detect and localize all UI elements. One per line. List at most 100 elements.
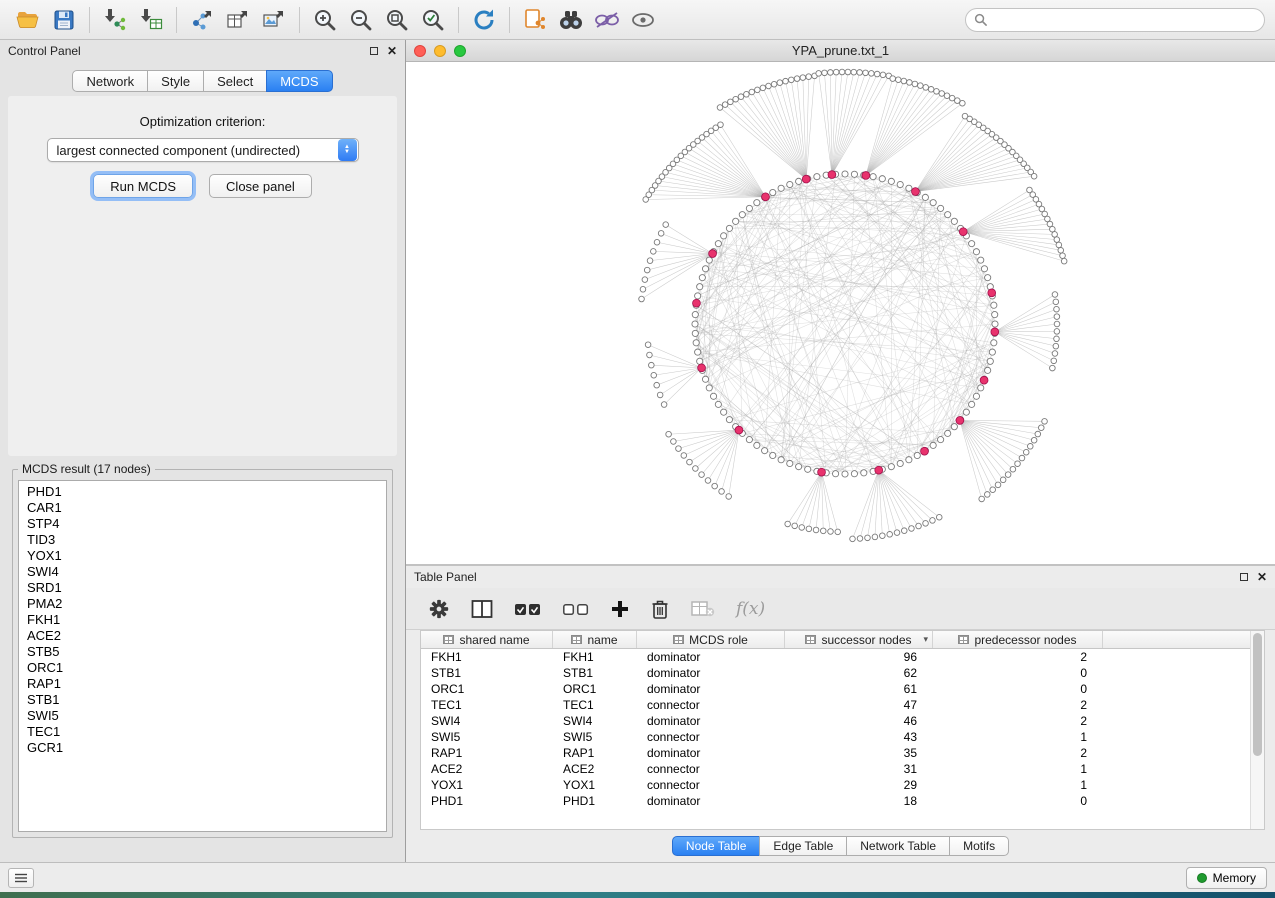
column-type-icon	[805, 635, 816, 644]
save-session-icon[interactable]	[46, 4, 82, 36]
search-input[interactable]	[993, 13, 1256, 27]
column-header-predecessor-nodes[interactable]: predecessor nodes	[933, 631, 1103, 648]
tab-network[interactable]: Network	[72, 70, 148, 92]
application-window: Control Panel ✕ NetworkStyleSelectMCDS O…	[0, 0, 1275, 898]
clone-network-icon[interactable]	[517, 4, 553, 36]
table-row[interactable]: STB1STB1dominator620	[421, 665, 1264, 681]
search-box[interactable]	[965, 8, 1265, 32]
result-node-item[interactable]: ORC1	[19, 660, 386, 676]
network-view-window: YPA_prune.txt_1	[406, 40, 1275, 566]
table-row[interactable]: FKH1FKH1dominator962	[421, 649, 1264, 665]
hide-selected-icon[interactable]	[589, 4, 625, 36]
zoom-fit-icon[interactable]	[379, 4, 415, 36]
result-node-item[interactable]: STB1	[19, 692, 386, 708]
result-node-item[interactable]: GCR1	[19, 740, 386, 756]
result-node-item[interactable]: STB5	[19, 644, 386, 660]
toolbar-separator	[89, 7, 90, 33]
mcds-result-list[interactable]: PHD1CAR1STP4TID3YOX1SWI4SRD1PMA2FKH1ACE2…	[18, 480, 387, 832]
zoom-out-icon[interactable]	[343, 4, 379, 36]
criterion-dropdown[interactable]: largest connected component (undirected)…	[47, 138, 359, 162]
tab-node-table[interactable]: Node Table	[672, 836, 761, 856]
result-node-item[interactable]: TEC1	[19, 724, 386, 740]
tab-motifs[interactable]: Motifs	[949, 836, 1009, 856]
control-panel-tabs: NetworkStyleSelectMCDS	[0, 70, 405, 92]
result-node-item[interactable]: SWI5	[19, 708, 386, 724]
zoom-in-icon[interactable]	[307, 4, 343, 36]
network-canvas[interactable]	[406, 62, 1275, 564]
mcds-tab-content: Optimization criterion: largest connecte…	[8, 96, 397, 456]
table-row[interactable]: ACE2ACE2connector311	[421, 761, 1264, 777]
result-node-item[interactable]: PHD1	[19, 484, 386, 500]
table-row[interactable]: YOX1YOX1connector291	[421, 777, 1264, 793]
table-row[interactable]: TEC1TEC1connector472	[421, 697, 1264, 713]
column-type-icon	[443, 635, 454, 644]
result-node-item[interactable]: ACE2	[19, 628, 386, 644]
window-close-icon[interactable]	[414, 45, 426, 57]
tab-style[interactable]: Style	[147, 70, 204, 92]
close-panel-icon[interactable]: ✕	[387, 45, 397, 57]
table-row[interactable]: ORC1ORC1dominator610	[421, 681, 1264, 697]
float-table-panel-icon[interactable]	[1240, 573, 1248, 581]
toolbar-separator	[176, 7, 177, 33]
network-titlebar: YPA_prune.txt_1	[406, 40, 1275, 62]
close-table-panel-icon[interactable]: ✕	[1257, 571, 1267, 583]
column-menu-arrow-icon[interactable]: ▾	[923, 634, 928, 645]
show-all-icon[interactable]	[625, 4, 661, 36]
find-icon[interactable]	[553, 4, 589, 36]
table-row[interactable]: SWI5SWI5connector431	[421, 729, 1264, 745]
open-session-icon[interactable]	[10, 4, 46, 36]
run-mcds-button[interactable]: Run MCDS	[93, 174, 193, 198]
function-builder-icon[interactable]: f(x)	[736, 599, 765, 619]
show-columns-icon[interactable]	[470, 598, 494, 620]
import-network-icon[interactable]	[97, 4, 133, 36]
result-node-item[interactable]: SRD1	[19, 580, 386, 596]
close-panel-button[interactable]: Close panel	[209, 174, 312, 198]
export-image-icon[interactable]	[256, 4, 292, 36]
create-column-icon[interactable]	[610, 599, 630, 619]
result-node-item[interactable]: STP4	[19, 516, 386, 532]
column-type-icon	[673, 635, 684, 644]
select-all-icon[interactable]	[514, 599, 542, 619]
export-table-icon[interactable]	[220, 4, 256, 36]
panel-menu-icon[interactable]	[8, 868, 34, 888]
delete-table-icon[interactable]	[690, 599, 716, 619]
zoom-selected-icon[interactable]	[415, 4, 451, 36]
result-node-item[interactable]: CAR1	[19, 500, 386, 516]
table-panel-header: Table Panel ✕	[406, 566, 1275, 588]
column-header-mcds-role[interactable]: MCDS role	[637, 631, 785, 648]
column-header-name[interactable]: name	[553, 631, 637, 648]
memory-status-icon	[1197, 873, 1207, 883]
tab-edge-table[interactable]: Edge Table	[759, 836, 847, 856]
scrollbar-thumb[interactable]	[1253, 633, 1262, 756]
column-header-successor-nodes[interactable]: successor nodes▾	[785, 631, 933, 648]
column-type-icon	[571, 635, 582, 644]
settings-gear-icon[interactable]	[428, 598, 450, 620]
delete-column-icon[interactable]	[650, 598, 670, 620]
result-node-item[interactable]: SWI4	[19, 564, 386, 580]
table-row[interactable]: PHD1PHD1dominator180	[421, 793, 1264, 809]
memory-button[interactable]: Memory	[1186, 867, 1267, 889]
result-node-item[interactable]: YOX1	[19, 548, 386, 564]
column-header-shared-name[interactable]: shared name	[421, 631, 553, 648]
window-zoom-icon[interactable]	[454, 45, 466, 57]
export-network-icon[interactable]	[184, 4, 220, 36]
float-panel-icon[interactable]	[370, 47, 378, 55]
tab-network-table[interactable]: Network Table	[846, 836, 950, 856]
result-node-item[interactable]: FKH1	[19, 612, 386, 628]
table-row[interactable]: SWI4SWI4dominator462	[421, 713, 1264, 729]
table-row[interactable]: RAP1RAP1dominator352	[421, 745, 1264, 761]
floppy-disk-icon	[52, 8, 76, 32]
tab-mcds[interactable]: MCDS	[266, 70, 332, 92]
window-minimize-icon[interactable]	[434, 45, 446, 57]
result-node-item[interactable]: RAP1	[19, 676, 386, 692]
status-bar: Memory	[0, 862, 1275, 892]
mcds-result-group: MCDS result (17 nodes) PHD1CAR1STP4TID3Y…	[12, 462, 393, 838]
result-node-item[interactable]: TID3	[19, 532, 386, 548]
refresh-layout-icon[interactable]	[466, 4, 502, 36]
tab-select[interactable]: Select	[203, 70, 267, 92]
import-table-icon[interactable]	[133, 4, 169, 36]
result-node-item[interactable]: PMA2	[19, 596, 386, 612]
unselect-all-icon[interactable]	[562, 599, 590, 619]
main-toolbar	[0, 0, 1275, 40]
table-scrollbar[interactable]	[1250, 631, 1264, 829]
